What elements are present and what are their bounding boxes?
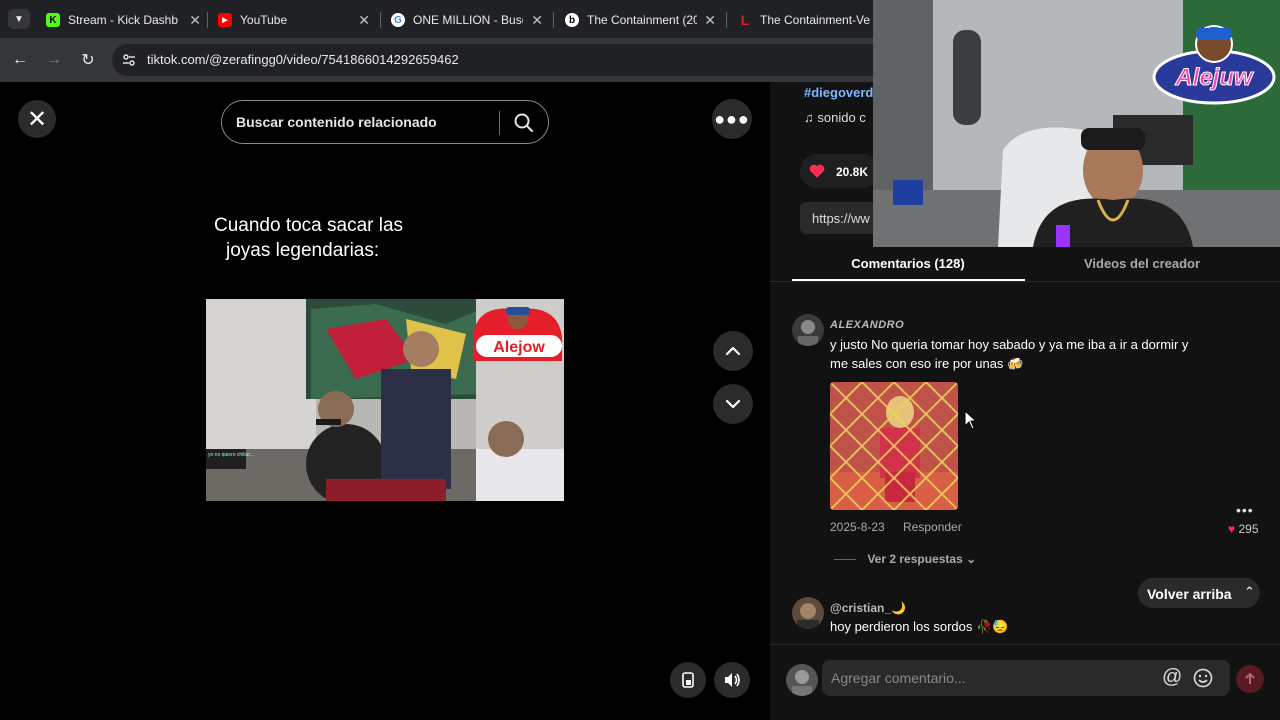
close-tab-icon[interactable]: ✕ xyxy=(358,12,370,29)
mention-icon[interactable]: @ xyxy=(1162,666,1182,689)
replies-line xyxy=(834,559,856,561)
emoji-icon[interactable] xyxy=(1193,668,1213,688)
comment-text: y justo No queria tomar hoy sabado y ya … xyxy=(830,337,1189,371)
tab-separator xyxy=(380,12,381,28)
reload-icon[interactable]: ↻ xyxy=(76,48,100,72)
close-tab-icon[interactable]: ✕ xyxy=(531,12,543,29)
comment-more-icon[interactable]: ••• xyxy=(1236,502,1254,518)
search-placeholder: Buscar contenido relacionado xyxy=(236,114,437,130)
chevron-up-icon xyxy=(725,346,741,356)
back-to-top-button[interactable]: Volver arriba ⌃ xyxy=(1138,578,1260,608)
url-text: tiktok.com/@zerafingg0/video/75418660142… xyxy=(147,52,459,67)
chevron-down-icon: ⌄ xyxy=(966,552,977,566)
forward-arrow-icon[interactable]: → xyxy=(42,48,66,72)
picture-in-picture-icon xyxy=(682,672,694,688)
caption-line-2: joyas legendarias: xyxy=(226,240,380,261)
tab-separator xyxy=(207,12,208,28)
comment-username[interactable]: ALEXANDRO xyxy=(830,319,904,331)
music-link[interactable]: ♫ sonido c xyxy=(804,110,866,125)
search-divider xyxy=(499,111,500,135)
hashtag-link[interactable]: #diegoverd xyxy=(804,85,873,100)
comment-placeholder: Agregar comentario... xyxy=(831,670,966,686)
tab-title: ONE MILLION - Busca xyxy=(413,13,523,27)
tab-search-chevron-icon[interactable]: ▼ xyxy=(8,9,30,29)
double-chevron-up-icon: ⌃ xyxy=(1244,584,1255,599)
tab-divider xyxy=(770,281,1280,282)
more-dots-icon: ●●● xyxy=(714,108,750,129)
l-icon: L xyxy=(740,12,750,28)
site-settings-icon[interactable] xyxy=(122,53,136,67)
close-tab-icon[interactable]: ✕ xyxy=(189,12,201,29)
tab-separator xyxy=(726,12,727,28)
close-icon: ✕ xyxy=(26,105,48,133)
reply-button[interactable]: Responder xyxy=(903,520,962,534)
heart-icon xyxy=(809,164,825,178)
view-replies-label: Ver 2 respuestas xyxy=(867,552,963,566)
comment-date: 2025-8-23 xyxy=(830,520,885,534)
previous-video-button[interactable] xyxy=(713,331,753,371)
tab-title: Stream - Kick Dashbo xyxy=(68,13,178,27)
kick-icon: K xyxy=(46,13,60,27)
comment-like-count: 295 xyxy=(1238,522,1259,536)
heart-icon: ♥ xyxy=(1228,522,1236,536)
related-search-input[interactable]: Buscar contenido relacionado xyxy=(221,100,549,144)
next-video-button[interactable] xyxy=(713,384,753,424)
comment-text: hoy perdieron los sordos 🥀😓 xyxy=(830,619,1009,634)
alejuw-logo: Alejuw xyxy=(1150,22,1278,108)
my-avatar[interactable] xyxy=(786,664,818,696)
comment-image[interactable] xyxy=(830,382,958,510)
video-caption: Cuando toca sacar las joyas legendarias: xyxy=(214,213,403,263)
tab-creator-videos[interactable]: Videos del creador xyxy=(1026,256,1258,271)
view-replies-button[interactable]: Ver 2 respuestas ⌄ xyxy=(834,552,976,566)
video-frame: yo no quiero chillar... Alejow xyxy=(206,299,564,501)
tab-google-search[interactable]: G ONE MILLION - Busca ✕ xyxy=(391,6,543,34)
avatar[interactable] xyxy=(792,597,824,629)
logo-text: Alejuw xyxy=(1174,64,1254,91)
tab-title: The Containment-Ve xyxy=(760,13,870,27)
tab-separator xyxy=(553,12,554,28)
b-icon: b xyxy=(565,13,579,27)
share-link-text: https://ww xyxy=(812,211,870,226)
close-video-button[interactable]: ✕ xyxy=(18,100,56,138)
arrow-up-icon xyxy=(1245,672,1255,684)
tab-title: YouTube xyxy=(240,13,288,27)
back-to-top-label: Volver arriba xyxy=(1147,586,1232,602)
volume-button[interactable] xyxy=(714,662,750,698)
back-arrow-icon[interactable]: ← xyxy=(8,48,32,72)
tab-containment[interactable]: b The Containment (20 ✕ xyxy=(565,6,716,34)
video-badge: Alejow xyxy=(493,339,545,356)
tab-containment-ver[interactable]: L The Containment-Ve xyxy=(738,6,873,34)
like-button[interactable]: 20.8K xyxy=(800,154,880,188)
comment-input[interactable]: Agregar comentario... @ xyxy=(822,660,1230,696)
speaker-icon xyxy=(725,673,740,687)
avatar[interactable] xyxy=(792,314,824,346)
comment-like-button[interactable]: ♥ 295 xyxy=(1228,522,1259,536)
caption-line-1: Cuando toca sacar las xyxy=(214,215,404,236)
comment-username[interactable]: @cristian_🌙 xyxy=(830,601,906,615)
music-title: sonido c xyxy=(817,110,866,125)
mouse-cursor-icon xyxy=(964,410,978,430)
chevron-down-icon xyxy=(725,399,741,409)
music-note-icon: ♫ xyxy=(804,110,818,125)
search-icon[interactable] xyxy=(512,111,536,135)
send-comment-button[interactable] xyxy=(1236,665,1264,693)
more-options-button[interactable]: ●●● xyxy=(712,99,752,139)
google-icon: G xyxy=(391,13,405,27)
tab-comments[interactable]: Comentarios (128) xyxy=(792,256,1024,271)
close-tab-icon[interactable]: ✕ xyxy=(704,12,716,29)
tab-youtube[interactable]: ▶ YouTube ✕ xyxy=(218,6,370,34)
youtube-icon: ▶ xyxy=(218,13,232,27)
tab-title: The Containment (20 xyxy=(587,13,697,27)
video-subtitle: yo no quiero chillar... xyxy=(208,452,254,458)
comment-composer: Agregar comentario... @ xyxy=(770,644,1280,720)
tab-kick[interactable]: K Stream - Kick Dashbo ✕ xyxy=(46,6,201,34)
like-count: 20.8K xyxy=(836,165,869,179)
floating-player-button[interactable] xyxy=(670,662,706,698)
address-bar[interactable]: tiktok.com/@zerafingg0/video/75418660142… xyxy=(112,44,892,76)
